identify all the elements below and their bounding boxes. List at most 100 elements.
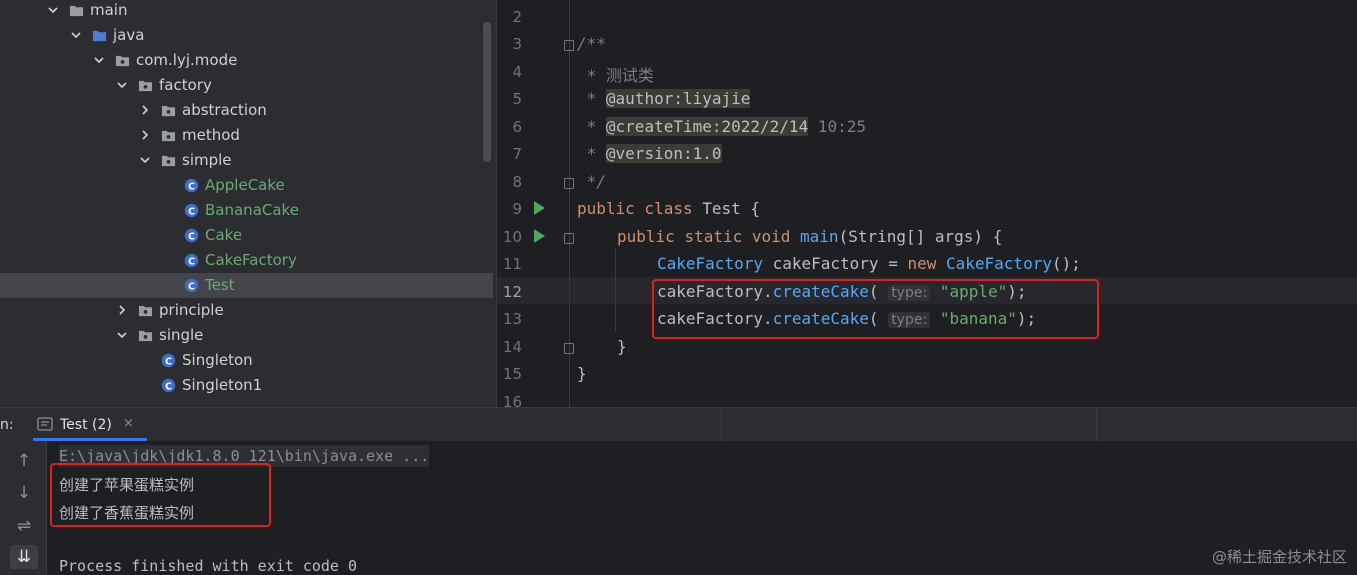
- tree-item-label: factory: [159, 76, 212, 94]
- run-panel-header: n: Test (2) ×: [0, 407, 1357, 442]
- tree-item-label: main: [90, 1, 128, 19]
- tree-item-applecake[interactable]: C AppleCake: [0, 173, 493, 198]
- tree-item-label: Singleton: [182, 351, 253, 369]
- package-icon: [138, 305, 153, 317]
- tree-item-test[interactable]: C Test: [0, 273, 493, 298]
- fold-icon[interactable]: [564, 178, 574, 189]
- tree-item-label: BananaCake: [205, 201, 299, 219]
- tree-item-label: java: [113, 26, 145, 44]
- package-icon: [138, 80, 153, 92]
- run-main-icon[interactable]: [534, 229, 545, 243]
- line-number: 3: [512, 35, 522, 53]
- tree-item-com-lyj-mode[interactable]: com.lyj.mode: [0, 48, 493, 73]
- code-line-5: * @author:liyajie: [577, 89, 751, 108]
- tab-test-run[interactable]: Test (2) ×: [33, 408, 147, 441]
- fold-icon[interactable]: [564, 40, 574, 51]
- tree-item-abstraction[interactable]: abstraction: [0, 98, 493, 123]
- line-number: 11: [502, 255, 522, 273]
- line-number: 16: [502, 393, 522, 407]
- class-icon: C: [184, 253, 199, 268]
- chevron-down-icon[interactable]: [116, 329, 128, 341]
- tree-scrollbar[interactable]: [483, 22, 491, 162]
- console-tab-icon: [37, 417, 53, 431]
- tree-item-cakefactory[interactable]: C CakeFactory: [0, 248, 493, 273]
- line-number: 4: [512, 63, 522, 81]
- tree-item-label: abstraction: [182, 101, 267, 119]
- chevron-right-icon[interactable]: [139, 104, 151, 116]
- chevron-down-icon[interactable]: [139, 154, 151, 166]
- line-number: 10: [502, 228, 522, 246]
- class-icon: C: [161, 378, 176, 393]
- code-line-3: /**: [577, 34, 606, 53]
- code-editor[interactable]: 2 3 4 5 6 7 8 9 10 11 12 13 14 15 16 /**…: [496, 0, 1357, 407]
- line-number: 9: [512, 200, 522, 218]
- svg-text:C: C: [165, 356, 172, 367]
- run-toolbar: ↑ ↓ ⇌ ⇊: [0, 441, 47, 575]
- tree-item-label: AppleCake: [205, 176, 285, 194]
- package-icon: [115, 55, 130, 67]
- code-line-9: public class Test {: [577, 199, 761, 218]
- tree-item-principle[interactable]: principle: [0, 298, 493, 323]
- package-icon: [138, 330, 153, 342]
- line-number: 13: [502, 310, 522, 328]
- class-icon: C: [184, 278, 199, 293]
- tree-item-bananacake[interactable]: C BananaCake: [0, 198, 493, 223]
- code-line-8: */: [577, 172, 606, 191]
- class-icon: C: [184, 203, 199, 218]
- line-number: 6: [512, 118, 522, 136]
- run-panel-label: n:: [0, 417, 14, 433]
- chevron-down-icon[interactable]: [70, 29, 82, 41]
- run-class-icon[interactable]: [534, 201, 545, 215]
- tree-item-label: simple: [182, 151, 232, 169]
- scroll-down-button[interactable]: ↓: [10, 481, 38, 505]
- code-line-10: public static void main(String[] args) {: [617, 227, 1003, 246]
- package-icon: [161, 155, 176, 167]
- class-icon: C: [184, 228, 199, 243]
- svg-text:C: C: [188, 256, 195, 267]
- code-line-4: * 测试类: [577, 66, 654, 85]
- chevron-down-icon[interactable]: [93, 54, 105, 66]
- tree-item-label: single: [159, 326, 204, 344]
- code-line-11: CakeFactory cakeFactory = new CakeFactor…: [657, 254, 1081, 273]
- tree-item-simple[interactable]: simple: [0, 148, 493, 173]
- scroll-to-end-button[interactable]: ⇊: [10, 545, 38, 569]
- soft-wrap-button[interactable]: ⇌: [10, 514, 38, 538]
- chevron-right-icon[interactable]: [116, 304, 128, 316]
- svg-text:C: C: [188, 281, 195, 292]
- tree-item-main[interactable]: main: [0, 0, 493, 23]
- folder-icon: [69, 5, 84, 17]
- console-exit-line: Process finished with exit code 0: [59, 557, 358, 575]
- chevron-down-icon[interactable]: [116, 79, 128, 91]
- fold-icon[interactable]: [564, 343, 574, 354]
- watermark: @稀土掘金技术社区: [1211, 548, 1347, 566]
- console-output[interactable]: E:\java\jdk\jdk1.8.0_121\bin\java.exe ..…: [47, 441, 1357, 575]
- tree-item-single[interactable]: single: [0, 323, 493, 348]
- tree-item-factory[interactable]: factory: [0, 73, 493, 98]
- tree-item-label: method: [182, 126, 240, 144]
- class-icon: C: [161, 353, 176, 368]
- tree-item-method[interactable]: method: [0, 123, 493, 148]
- project-tree: C Singleton1 C Singleton single principle C Tes…: [0, 0, 496, 407]
- line-number: 14: [502, 338, 522, 356]
- tree-item-singleton[interactable]: C Singleton: [0, 348, 493, 373]
- package-icon: [161, 105, 176, 117]
- svg-text:C: C: [188, 181, 195, 192]
- svg-text:C: C: [188, 206, 195, 217]
- svg-text:C: C: [165, 381, 172, 392]
- tree-item-singleton1[interactable]: C Singleton1: [0, 373, 493, 398]
- line-number: 7: [512, 145, 522, 163]
- tree-item-label: Singleton1: [182, 376, 263, 394]
- close-icon[interactable]: ×: [123, 416, 134, 431]
- fold-icon[interactable]: [564, 233, 574, 244]
- tree-item-label: CakeFactory: [205, 251, 297, 269]
- chevron-right-icon[interactable]: [139, 129, 151, 141]
- scroll-up-button[interactable]: ↑: [10, 449, 38, 473]
- line-number: 2: [512, 8, 522, 26]
- tree-item-cake[interactable]: C Cake: [0, 223, 493, 248]
- code-line-6: * @createTime:2022/2/14 10:25: [577, 117, 866, 136]
- tree-item-java[interactable]: java: [0, 23, 493, 48]
- line-number-current: 12: [502, 283, 522, 301]
- annotation-highlight-box: [50, 463, 271, 527]
- chevron-down-icon[interactable]: [47, 4, 59, 16]
- line-number: 8: [512, 173, 522, 191]
